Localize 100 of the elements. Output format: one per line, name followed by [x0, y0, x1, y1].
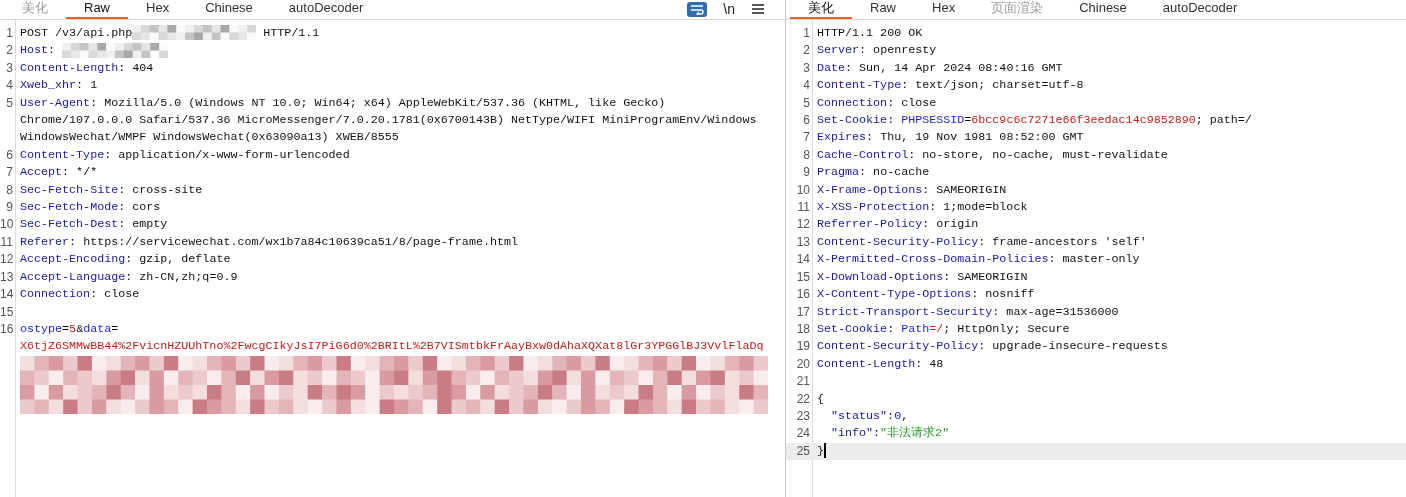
line-number: 5 — [802, 94, 811, 112]
code-line: Content-Length: 48 — [816, 355, 945, 373]
code-line: X-Frame-Options: SAMEORIGIN — [816, 181, 1008, 199]
line-number: 14 — [795, 251, 811, 269]
code-text: X6tjZ6SMMwBB44%2FvicnHZUUhTno%2FwcgCIkyJsI7PiG6d0%2BRItL%2B7VISmtbkFrAayBxw0dAhaXQXat8lGr3YPGGlBJ3VvlFlaDq — [20, 338, 764, 356]
line-number: 25 — [795, 442, 811, 460]
code-line: Server: openresty — [816, 42, 938, 60]
code-line: Connection: close — [816, 94, 938, 112]
line-number: 1 — [802, 25, 811, 42]
newline-toggle[interactable]: \n — [721, 1, 737, 17]
line-number: 13 — [0, 268, 15, 286]
line-number: 13 — [795, 233, 811, 251]
wrap-button[interactable] — [687, 1, 708, 17]
line-number: 14 — [0, 286, 15, 304]
line-number: 23 — [795, 407, 811, 425]
line-number: 21 — [795, 373, 811, 391]
code-line: Accept-Language: zh-CN,zh;q=0.9 — [19, 268, 239, 286]
code-line: Referrer-Policy: origin — [816, 216, 980, 234]
line-number: 16 — [795, 286, 811, 304]
line-number: 12 — [0, 251, 15, 269]
line-number: 7 — [5, 164, 14, 182]
line-number: 4 — [802, 77, 811, 95]
code-text: : — [48, 42, 57, 60]
line-number: 1 — [5, 25, 14, 42]
code-text: ostype — [20, 320, 63, 338]
line-number: 4 — [5, 77, 14, 95]
line-number: 17 — [795, 303, 811, 321]
code-text: 5 — [69, 320, 77, 338]
line-number: 3 — [5, 59, 14, 77]
code-line: Content-Security-Policy: frame-ancestors 'self' — [816, 233, 1148, 251]
code-line: Sec-Fetch-Mode: cors — [19, 199, 162, 217]
code-line: Accept: */* — [19, 164, 99, 182]
code-text: = — [111, 320, 119, 338]
line-number: 6 — [5, 146, 14, 164]
text-cursor — [824, 443, 826, 459]
code-text: & — [76, 320, 84, 338]
line-number: 11 — [0, 233, 14, 251]
code-text: POST /v3/api.php — [20, 25, 133, 42]
line-number: 8 — [802, 146, 811, 164]
code-line: Content-Type: application/x-www-form-urlencoded — [19, 146, 351, 164]
tab[interactable]: autoDecoder — [270, 0, 382, 19]
tab[interactable]: Raw — [852, 0, 914, 19]
line-number: 11 — [796, 199, 811, 217]
code-text: Host — [20, 42, 49, 60]
line-number: 20 — [795, 355, 811, 373]
code-line: Referer: https://servicewechat.com/wx1b7a84c10639ca51/8/page-frame.html — [19, 233, 519, 251]
line-number: 8 — [5, 181, 14, 199]
code-line: Sec-Fetch-Site: cross-site — [19, 181, 204, 199]
line-number: 9 — [5, 199, 14, 217]
code-text: HTTP/1.1 — [262, 25, 320, 42]
code-line: User-Agent: Mozilla/5.0 (Windows NT 10.0; Win64; x64) AppleWebKit/537.36 (KHTML, like Gecko) Chrome/107.0.0.0 Safari/537.36 MicroMessenger/7.0.20.1781(0x6700143B) NetType/WIFI MiniProgramEnv/Windows WindowsWechat/WMPF WindowsWechat(0x63090a13) XWEB/8555 — [19, 94, 758, 147]
code-line: Content-Length: 404 — [19, 59, 155, 77]
tab[interactable]: autoDecoder — [1144, 0, 1256, 19]
line-number: 9 — [802, 164, 811, 182]
tab[interactable]: Chinese — [1061, 0, 1145, 19]
code-text: = — [62, 320, 70, 338]
code-line: { — [816, 390, 825, 408]
line-number: 24 — [795, 425, 811, 443]
code-line: Connection: close — [19, 286, 141, 304]
line-number: 3 — [802, 59, 811, 77]
line-number: 2 — [802, 42, 811, 60]
line-number: 6 — [802, 112, 811, 130]
code-line: HTTP/1.1 200 OK — [816, 25, 924, 42]
code-line: Set-Cookie: PHPSESSID=6bcc9c6c7271e66f3eedac14c9852890; path=/ — [816, 112, 1253, 130]
tab[interactable]: 美化 — [790, 0, 852, 19]
code-text: data — [83, 320, 112, 338]
code-line: X-Download-Options: SAMEORIGIN — [816, 268, 1029, 286]
line-number: 16 — [0, 320, 15, 338]
code-line: } — [813, 442, 1406, 461]
line-number: 10 — [0, 216, 15, 234]
line-number: 15 — [795, 268, 811, 286]
code-line: Content-Type: text/json; charset=utf-8 — [816, 77, 1085, 95]
code-line: Cache-Control: no-store, no-cache, must-revalidate — [816, 146, 1169, 164]
tab[interactable]: Hex — [128, 0, 188, 19]
code-line: "info":"非法请求2" — [830, 425, 951, 443]
line-number: 12 — [795, 216, 811, 234]
code-line: X-Content-Type-Options: nosniff — [816, 286, 1036, 304]
tab[interactable]: Hex — [914, 0, 974, 19]
code-line: X-XSS-Protection: 1;mode=block — [816, 199, 1029, 217]
menu-icon[interactable] — [751, 1, 765, 17]
line-number: 10 — [795, 181, 811, 199]
code-line: Content-Security-Policy: upgrade-insecure-requests — [816, 338, 1169, 356]
line-number: 15 — [0, 303, 15, 321]
line-number: 7 — [802, 129, 811, 147]
line-number: 2 — [5, 42, 14, 60]
line-number: 18 — [795, 320, 811, 338]
line-number: 22 — [795, 390, 811, 408]
code-line: "status":0, — [830, 407, 910, 425]
tab[interactable]: Raw — [66, 0, 128, 19]
tab[interactable]: Chinese — [187, 0, 271, 19]
code-line: Sec-Fetch-Dest: empty — [19, 216, 169, 234]
code-line: Set-Cookie: Path=/; HttpOnly; Secure — [816, 320, 1071, 338]
code-line: Date: Sun, 14 Apr 2024 08:40:16 GMT — [816, 59, 1064, 77]
code-line: Xweb_xhr: 1 — [19, 77, 99, 95]
line-number: 5 — [5, 94, 14, 112]
code-line: Strict-Transport-Security: max-age=31536000 — [816, 303, 1120, 321]
code-line: Accept-Encoding: gzip, deflate — [19, 251, 232, 269]
code-line: X-Permitted-Cross-Domain-Policies: master-only — [816, 251, 1141, 269]
code-line: Pragma: no-cache — [816, 164, 931, 182]
line-number: 19 — [795, 338, 811, 356]
